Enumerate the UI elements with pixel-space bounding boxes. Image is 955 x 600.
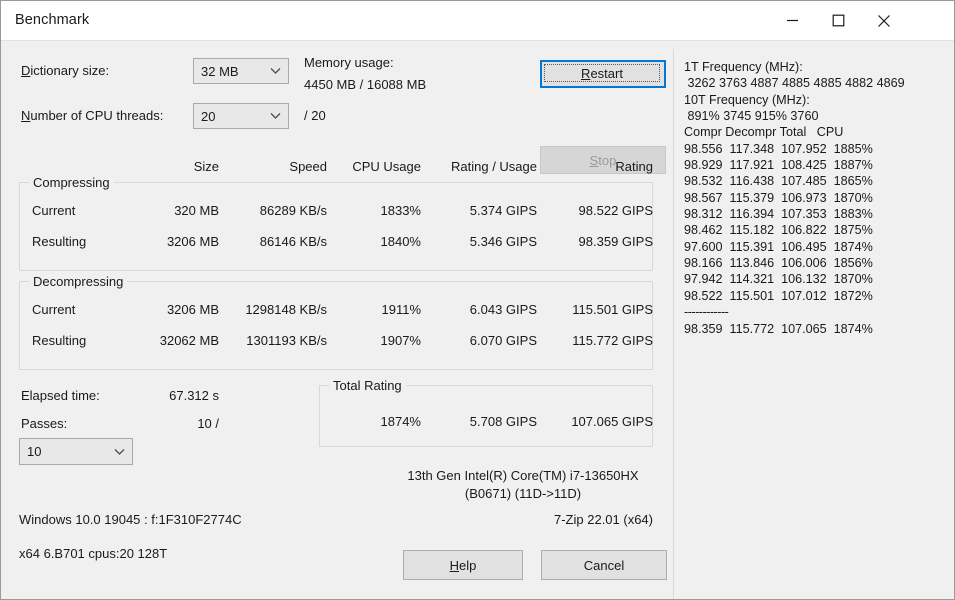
log-row: 97.600 115.391 106.495 1874%: [684, 239, 873, 254]
header-cpu-usage: CPU Usage: [352, 159, 421, 174]
cpu-threads-max: / 20: [304, 108, 326, 123]
decompressing-current-rating: 115.501 GIPS: [572, 302, 653, 317]
compressing-current-cpu-usage: 1833%: [380, 203, 421, 218]
maximize-button[interactable]: [815, 1, 861, 40]
log-separator: ------------: [684, 305, 729, 320]
close-icon: [877, 14, 891, 28]
compressing-resulting-cpu-usage: 1840%: [380, 234, 421, 249]
log-row: 98.522 115.501 107.012 1872%: [684, 288, 873, 303]
decompressing-current-rating-usage: 6.043 GIPS: [469, 302, 537, 317]
passes-select[interactable]: 10: [19, 438, 133, 465]
decompressing-resulting-speed: 1301193 KB/s: [246, 333, 327, 348]
log-row: 97.942 114.321 106.132 1870%: [684, 272, 873, 287]
version-line: 7-Zip 22.01 (x64): [554, 512, 653, 527]
restart-button[interactable]: Restart: [540, 60, 666, 88]
decompressing-row-label: Resulting: [32, 333, 87, 348]
passes-value: 10 /: [197, 416, 219, 431]
log-totals-row: 98.359 115.772 107.065 1874%: [684, 321, 873, 336]
decompressing-resulting-rating-usage: 6.070 GIPS: [469, 333, 537, 348]
os-info-line: Windows 10.0 19045 : f:1F310F2774C: [19, 512, 242, 527]
decompressing-current-size: 3206 MB: [166, 302, 219, 317]
decompressing-current-cpu-usage: 1911%: [381, 302, 421, 317]
title-bar: Benchmark: [1, 1, 954, 41]
decompressing-current-speed: 1298148 KB/s: [245, 302, 327, 317]
total-rating-group-title: Total Rating: [329, 378, 406, 393]
window-title: Benchmark: [15, 12, 90, 28]
header-size: Size: [193, 159, 219, 174]
compressing-group: Compressing Current 320 MB 86289 KB/s 18…: [19, 175, 653, 271]
maximize-icon: [832, 14, 845, 27]
benchmark-log-panel: 1T Frequency (MHz): 3262 3763 4887 4885 …: [673, 49, 954, 599]
memory-usage-value: 4450 MB / 16088 MB: [304, 77, 427, 92]
cpu-name-line1: 13th Gen Intel(R) Core(TM) i7-13650HX: [407, 468, 639, 483]
compressing-current-speed: 86289 KB/s: [259, 203, 327, 218]
cancel-button[interactable]: Cancel: [541, 550, 667, 580]
compressing-group-title: Compressing: [29, 175, 114, 190]
compressing-current-rating-usage: 5.374 GIPS: [469, 203, 537, 218]
log-freq-10t-values: 891% 3745 915% 3760: [684, 109, 819, 124]
decompressing-resulting-size: 32062 MB: [159, 333, 219, 348]
decompressing-resulting-rating: 115.772 GIPS: [572, 333, 653, 348]
decompressing-group: Decompressing Current 3206 MB 1298148 KB…: [19, 274, 653, 370]
log-row: 98.462 115.182 106.822 1875%: [684, 223, 873, 238]
decompressing-row-label: Current: [32, 302, 76, 317]
close-button[interactable]: [861, 1, 907, 40]
decompressing-resulting-cpu-usage: 1907%: [380, 333, 421, 348]
cpu-threads-select[interactable]: 20: [193, 103, 289, 129]
log-freq-1t-label: 1T Frequency (MHz):: [684, 60, 803, 74]
log-row: 98.567 115.379 106.973 1870%: [684, 190, 873, 205]
passes-select-value: 10: [27, 444, 42, 459]
compressing-resulting-rating-usage: 5.346 GIPS: [469, 234, 537, 249]
memory-usage-label: Memory usage:: [304, 55, 394, 70]
compressing-resulting-rating: 98.359 GIPS: [578, 234, 653, 249]
log-row: 98.312 116.394 107.353 1883%: [684, 207, 873, 222]
cancel-button-label: Cancel: [583, 557, 625, 573]
chevron-down-icon: [106, 448, 132, 456]
decompressing-group-title: Decompressing: [29, 274, 128, 289]
log-column-headers: Compr Decompr Total CPU: [684, 125, 844, 140]
restart-button-label: Restart: [581, 65, 623, 81]
help-button[interactable]: Help: [403, 550, 523, 580]
total-rating-rating-usage: 5.708 GIPS: [469, 414, 537, 429]
client-area: Dictionary size: 32 MB Memory usage: 445…: [1, 41, 954, 599]
elapsed-time-value: 67.312 s: [169, 388, 219, 403]
cpu-name-line2: (B0671) (11D->11D): [464, 486, 582, 501]
compressing-row-label: Current: [32, 203, 76, 218]
header-rating-usage: Rating / Usage: [451, 159, 537, 174]
log-freq-10t-label: 10T Frequency (MHz):: [684, 92, 810, 107]
compressing-resulting-size: 3206 MB: [166, 234, 219, 249]
log-row: 98.166 113.846 106.006 1856%: [684, 256, 873, 271]
log-row: 98.556 117.348 107.952 1885%: [684, 141, 873, 156]
cpu-threads-value: 20: [201, 108, 216, 124]
compressing-row-label: Resulting: [32, 234, 87, 249]
passes-label: Passes:: [21, 416, 68, 431]
benchmark-window: Benchmark Dictionary size: 32 MB Memory …: [0, 0, 955, 600]
minimize-icon: [786, 14, 799, 27]
chevron-down-icon: [262, 112, 288, 120]
log-row: 98.532 116.438 107.485 1865%: [684, 174, 873, 189]
dictionary-size-select[interactable]: 32 MB: [193, 58, 289, 84]
log-row: 98.929 117.921 108.425 1887%: [684, 158, 873, 173]
log-freq-1t-values: 3262 3763 4887 4885 4885 4882 4869: [684, 76, 905, 91]
cpu-threads-label: Number of CPU threads:: [21, 108, 164, 123]
header-speed: Speed: [289, 159, 327, 174]
restart-button-focus-ring: Restart: [544, 64, 660, 82]
header-rating: Rating: [615, 159, 653, 174]
total-rating-group: Total Rating 1874% 5.708 GIPS 107.065 GI…: [319, 378, 653, 447]
dictionary-size-label: Dictionary size:: [21, 63, 110, 78]
arch-info-line: x64 6.B701 cpus:20 128T: [19, 546, 168, 561]
total-rating-cpu-usage: 1874%: [380, 414, 421, 429]
chevron-down-icon: [262, 67, 288, 75]
compressing-current-size: 320 MB: [174, 203, 219, 218]
minimize-button[interactable]: [769, 1, 815, 40]
dictionary-size-value: 32 MB: [201, 63, 239, 79]
help-button-label: Help: [449, 557, 477, 573]
elapsed-time-label: Elapsed time:: [21, 388, 100, 403]
compressing-current-rating: 98.522 GIPS: [578, 203, 653, 218]
compressing-resulting-speed: 86146 KB/s: [259, 234, 327, 249]
total-rating-rating: 107.065 GIPS: [571, 414, 653, 429]
